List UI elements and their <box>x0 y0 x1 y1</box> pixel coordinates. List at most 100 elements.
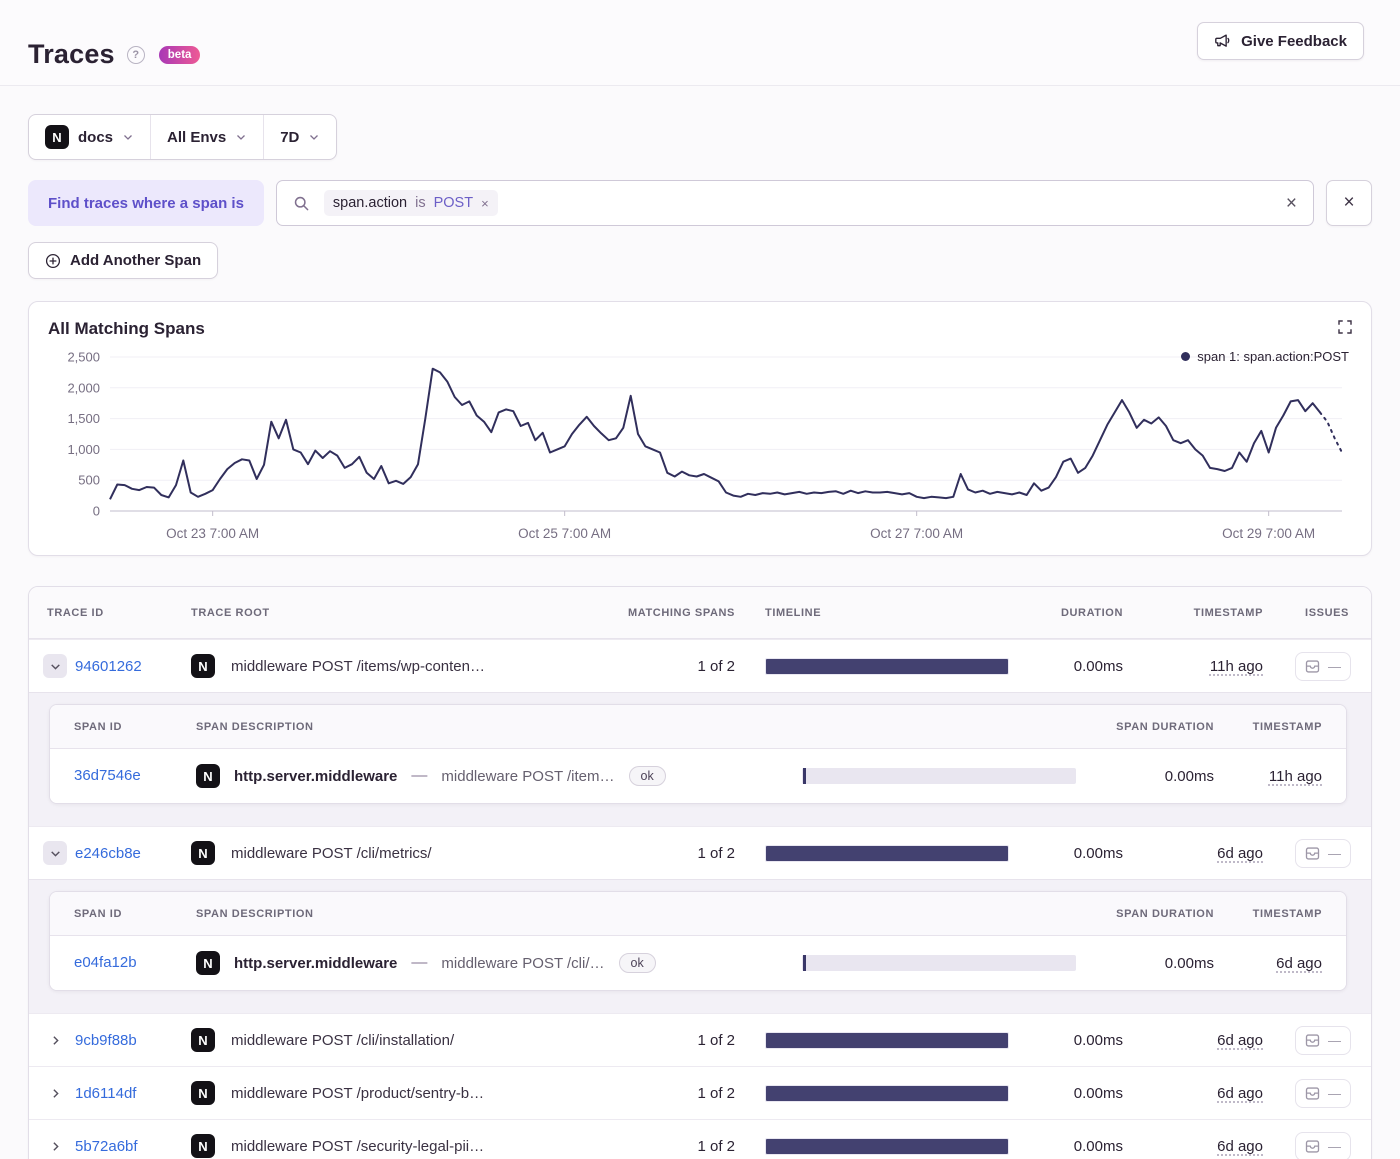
trace-id-link[interactable]: 5b72a6bf <box>75 1138 138 1155</box>
collapse-row-button[interactable] <box>43 654 67 678</box>
issues-button[interactable]: — <box>1295 838 1351 868</box>
traces-table: Trace ID Trace Root Matching Spans Timel… <box>28 586 1372 1159</box>
svg-text:1,000: 1,000 <box>67 442 100 457</box>
table-row: 5b72a6bf N middleware POST /security-leg… <box>29 1119 1371 1159</box>
timestamp-value[interactable]: 6d ago <box>1217 1085 1263 1102</box>
duration-value: 0.00ms <box>1073 844 1123 862</box>
span-id-link[interactable]: 36d7546e <box>74 767 141 784</box>
duration-value: 0.00ms <box>1073 1031 1123 1049</box>
legend-dot-icon <box>1181 352 1191 361</box>
issues-button[interactable]: — <box>1295 1131 1351 1159</box>
span-status-badge: ok <box>628 766 666 786</box>
expand-row-button[interactable] <box>43 1028 67 1052</box>
filter-token[interactable]: span.action is POST × <box>323 190 498 216</box>
expand-row-button[interactable] <box>43 1134 67 1158</box>
issues-none-value: — <box>1328 1032 1341 1048</box>
timestamp-value[interactable]: 6d ago <box>1217 845 1263 862</box>
chart-legend: span 1: span.action:POST <box>1181 349 1349 364</box>
span-timeline-bar[interactable] <box>802 955 1076 971</box>
span-timestamp-value[interactable]: 6d ago <box>1276 955 1322 972</box>
trace-id-link[interactable]: 9cb9f88b <box>75 1032 137 1049</box>
expand-row-button[interactable] <box>43 1081 67 1105</box>
page-title: Traces <box>28 39 115 69</box>
separator: — <box>411 954 428 971</box>
page-filter-group: N docs All Envs 7D <box>28 114 338 160</box>
issues-box-icon <box>1305 1086 1320 1100</box>
plus-circle-icon <box>45 253 61 268</box>
environment-filter[interactable]: All Envs <box>150 115 263 159</box>
collapse-row-button[interactable] <box>43 841 67 865</box>
span-description-label: middleware POST /cli/… <box>441 954 605 972</box>
search-clear-icon[interactable]: × <box>1286 194 1297 213</box>
expanded-span-section: Span ID Span Description Span Duration T… <box>29 692 1371 826</box>
project-filter[interactable]: N docs <box>29 115 150 159</box>
span-description-label: middleware POST /item… <box>441 767 615 785</box>
col-span-id: Span ID <box>74 720 123 733</box>
issues-button[interactable]: — <box>1295 1078 1351 1108</box>
date-range-filter[interactable]: 7D <box>263 115 336 159</box>
timeline-bar[interactable] <box>765 657 1009 675</box>
trace-root-label: middleware POST /cli/installation/ <box>231 1031 455 1049</box>
chevron-right-icon <box>52 1141 59 1151</box>
help-icon[interactable]: ? <box>126 45 145 64</box>
table-row: 94601262 N middleware POST /items/wp-con… <box>29 639 1371 692</box>
issues-none-value: — <box>1328 1138 1341 1154</box>
page-header: Traces ? beta Give Feedback <box>0 0 1400 86</box>
chevron-down-icon <box>50 663 60 670</box>
nextjs-project-icon: N <box>191 1134 215 1158</box>
col-duration: Duration <box>1060 606 1123 619</box>
span-op-label: http.server.middleware <box>234 767 398 785</box>
timeline-bar[interactable] <box>765 1031 1009 1049</box>
token-value: POST <box>433 195 474 211</box>
timestamp-value[interactable]: 6d ago <box>1217 1138 1263 1155</box>
matching-spans-value: 1 of 2 <box>697 844 735 862</box>
chart-title: All Matching Spans <box>48 319 205 338</box>
chevron-right-icon <box>52 1088 59 1098</box>
duration-value: 0.00ms <box>1073 1137 1123 1155</box>
duration-value: 0.00ms <box>1073 1084 1123 1102</box>
issues-box-icon <box>1305 659 1320 673</box>
svg-text:2,500: 2,500 <box>67 350 100 365</box>
chevron-down-icon <box>237 135 246 140</box>
project-filter-label: docs <box>78 128 114 146</box>
trace-id-link[interactable]: 94601262 <box>75 658 142 675</box>
give-feedback-button[interactable]: Give Feedback <box>1197 22 1364 60</box>
add-another-span-label: Add Another Span <box>70 252 202 269</box>
svg-text:2,000: 2,000 <box>67 380 100 395</box>
col-timestamp: Timestamp <box>1193 606 1263 619</box>
beta-badge: beta <box>158 45 201 64</box>
timestamp-value[interactable]: 6d ago <box>1217 1032 1263 1049</box>
environment-filter-label: All Envs <box>167 128 227 146</box>
matching-spans-value: 1 of 2 <box>697 1031 735 1049</box>
search-icon <box>294 196 309 210</box>
token-remove-icon[interactable]: × <box>481 196 489 211</box>
remove-span-row-button[interactable]: × <box>1326 180 1372 226</box>
traces-page: N docs All Envs 7D Find traces where a s… <box>0 114 1400 1159</box>
svg-text:Oct 25 7:00 AM: Oct 25 7:00 AM <box>518 526 611 541</box>
timestamp-value[interactable]: 11h ago <box>1210 658 1263 675</box>
all-matching-spans-panel: All Matching Spans span 1: span.action:P… <box>28 301 1372 556</box>
span-duration-value: 0.00ms <box>1164 767 1214 785</box>
span-timestamp-value[interactable]: 11h ago <box>1269 768 1322 785</box>
issues-box-icon <box>1305 1139 1320 1153</box>
span-id-link[interactable]: e04fa12b <box>74 954 137 971</box>
add-another-span-button[interactable]: Add Another Span <box>28 242 219 279</box>
svg-text:Oct 27 7:00 AM: Oct 27 7:00 AM <box>870 526 963 541</box>
col-issues: Issues <box>1305 606 1349 619</box>
issues-button[interactable]: — <box>1295 1025 1351 1055</box>
col-trace-root: Trace Root <box>191 606 270 619</box>
date-range-label: 7D <box>280 128 300 146</box>
span-table-header-row: Span ID Span Description Span Duration T… <box>50 705 1346 749</box>
span-search-input[interactable]: span.action is POST × × <box>275 180 1314 226</box>
matching-spans-line-chart[interactable]: 0 500 1,000 1,500 2,000 2,500 Oct 23 7:00 AM Oc… <box>48 345 1352 549</box>
expand-chart-icon[interactable] <box>1335 317 1355 340</box>
trace-id-link[interactable]: e246cb8e <box>75 845 141 862</box>
trace-id-link[interactable]: 1d6114df <box>75 1085 136 1102</box>
timeline-bar[interactable] <box>765 1137 1009 1155</box>
timeline-bar[interactable] <box>765 844 1009 862</box>
col-span-duration: Span Duration <box>1116 907 1214 920</box>
issues-button[interactable]: — <box>1295 651 1351 681</box>
timeline-bar[interactable] <box>765 1084 1009 1102</box>
span-timeline-bar[interactable] <box>802 768 1076 784</box>
filter-bar: N docs All Envs 7D <box>28 114 1372 160</box>
